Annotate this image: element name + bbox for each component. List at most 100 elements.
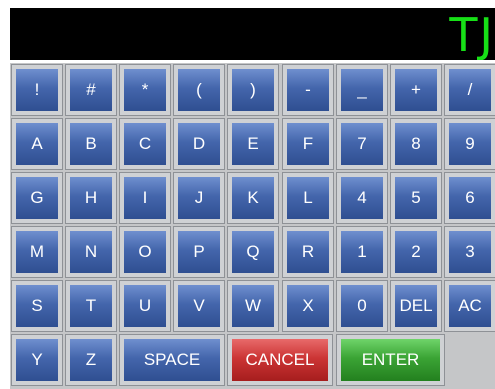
- key-c-label: C: [138, 134, 152, 153]
- key-y-label: Y: [31, 350, 43, 369]
- key-1-label: 1: [357, 242, 367, 261]
- space-button-label: SPACE: [143, 350, 201, 369]
- key-f[interactable]: F: [282, 118, 334, 170]
- key-hash[interactable]: #: [65, 64, 117, 116]
- key-o-label: O: [138, 242, 152, 261]
- enter-button[interactable]: ENTER: [336, 334, 445, 386]
- display-text: TJ: [449, 8, 495, 60]
- key-w[interactable]: W: [227, 280, 279, 332]
- key-9-label: 9: [465, 134, 475, 153]
- key-r-label: R: [301, 242, 315, 261]
- enter-button-label: ENTER: [361, 350, 420, 369]
- key-d[interactable]: D: [173, 118, 225, 170]
- key-open-paren-label: (: [196, 80, 202, 99]
- key-minus[interactable]: -: [282, 64, 334, 116]
- key-7[interactable]: 7: [336, 118, 388, 170]
- key-u-label: U: [138, 296, 152, 315]
- key-8-label: 8: [411, 134, 421, 153]
- key-g-label: G: [30, 188, 44, 207]
- key-minus-label: -: [305, 80, 311, 99]
- key-e-label: E: [247, 134, 259, 153]
- key-h-label: H: [84, 188, 98, 207]
- key-8[interactable]: 8: [390, 118, 442, 170]
- cancel-button-label: CANCEL: [245, 350, 315, 369]
- key-plus-label: +: [411, 80, 421, 99]
- key-plus[interactable]: +: [390, 64, 442, 116]
- cancel-button[interactable]: CANCEL: [227, 334, 333, 386]
- key-f-label: F: [302, 134, 314, 153]
- space-button[interactable]: SPACE: [119, 334, 225, 386]
- key-close-paren-label: ): [250, 80, 256, 99]
- key-z-label: Z: [85, 350, 97, 369]
- key-3[interactable]: 3: [444, 226, 495, 278]
- key-k-label: K: [247, 188, 259, 207]
- key-open-paren[interactable]: (: [173, 64, 225, 116]
- key-slash-label: /: [467, 80, 473, 99]
- key-x[interactable]: X: [282, 280, 334, 332]
- key-p[interactable]: P: [173, 226, 225, 278]
- delete-button-label: DEL: [399, 296, 433, 315]
- key-a[interactable]: A: [11, 118, 63, 170]
- key-t[interactable]: T: [65, 280, 117, 332]
- delete-button[interactable]: DEL: [390, 280, 442, 332]
- key-e[interactable]: E: [227, 118, 279, 170]
- key-w-label: W: [244, 296, 262, 315]
- key-3-label: 3: [465, 242, 475, 261]
- key-c[interactable]: C: [119, 118, 171, 170]
- key-x-label: X: [302, 296, 314, 315]
- key-7-label: 7: [357, 134, 367, 153]
- key-1[interactable]: 1: [336, 226, 388, 278]
- key-2[interactable]: 2: [390, 226, 442, 278]
- key-asterisk[interactable]: *: [119, 64, 171, 116]
- key-j[interactable]: J: [173, 172, 225, 224]
- key-underscore-label: _: [357, 80, 367, 99]
- key-d-label: D: [192, 134, 206, 153]
- key-5[interactable]: 5: [390, 172, 442, 224]
- key-close-paren[interactable]: ): [227, 64, 279, 116]
- all-clear-button-label: AC: [458, 296, 482, 315]
- key-m-label: M: [29, 242, 45, 261]
- key-2-label: 2: [411, 242, 421, 261]
- key-0-label: 0: [357, 296, 367, 315]
- keypad: ! # * () - _ + / A B C D E F 7 8 9 G H I J K L 4 5 6 M N O P Q R 1 2 3 S T U V…: [10, 63, 495, 389]
- key-l[interactable]: L: [282, 172, 334, 224]
- key-hash-label: #: [86, 80, 96, 99]
- key-4[interactable]: 4: [336, 172, 388, 224]
- key-o[interactable]: O: [119, 226, 171, 278]
- key-q-label: Q: [246, 242, 260, 261]
- key-9[interactable]: 9: [444, 118, 495, 170]
- key-z[interactable]: Z: [65, 334, 117, 386]
- key-n-label: N: [84, 242, 98, 261]
- key-4-label: 4: [357, 188, 367, 207]
- all-clear-button[interactable]: AC: [444, 280, 495, 332]
- key-6[interactable]: 6: [444, 172, 495, 224]
- key-j-label: J: [194, 188, 204, 207]
- key-u[interactable]: U: [119, 280, 171, 332]
- key-b-label: B: [85, 134, 97, 153]
- key-5-label: 5: [411, 188, 421, 207]
- key-t-label: T: [85, 296, 97, 315]
- key-v-label: V: [193, 296, 205, 315]
- key-r[interactable]: R: [282, 226, 334, 278]
- key-s[interactable]: S: [11, 280, 63, 332]
- key-l-label: L: [303, 188, 313, 207]
- input-display: TJ: [10, 8, 495, 60]
- key-exclamation[interactable]: !: [11, 64, 63, 116]
- key-b[interactable]: B: [65, 118, 117, 170]
- key-v[interactable]: V: [173, 280, 225, 332]
- key-q[interactable]: Q: [227, 226, 279, 278]
- key-m[interactable]: M: [11, 226, 63, 278]
- key-slash[interactable]: /: [444, 64, 495, 116]
- key-p-label: P: [193, 242, 205, 261]
- key-underscore[interactable]: _: [336, 64, 388, 116]
- key-6-label: 6: [465, 188, 475, 207]
- key-a-label: A: [31, 134, 43, 153]
- key-i[interactable]: I: [119, 172, 171, 224]
- key-0[interactable]: 0: [336, 280, 388, 332]
- key-n[interactable]: N: [65, 226, 117, 278]
- key-h[interactable]: H: [65, 172, 117, 224]
- key-g[interactable]: G: [11, 172, 63, 224]
- key-y[interactable]: Y: [11, 334, 63, 386]
- key-s-label: S: [31, 296, 43, 315]
- key-k[interactable]: K: [227, 172, 279, 224]
